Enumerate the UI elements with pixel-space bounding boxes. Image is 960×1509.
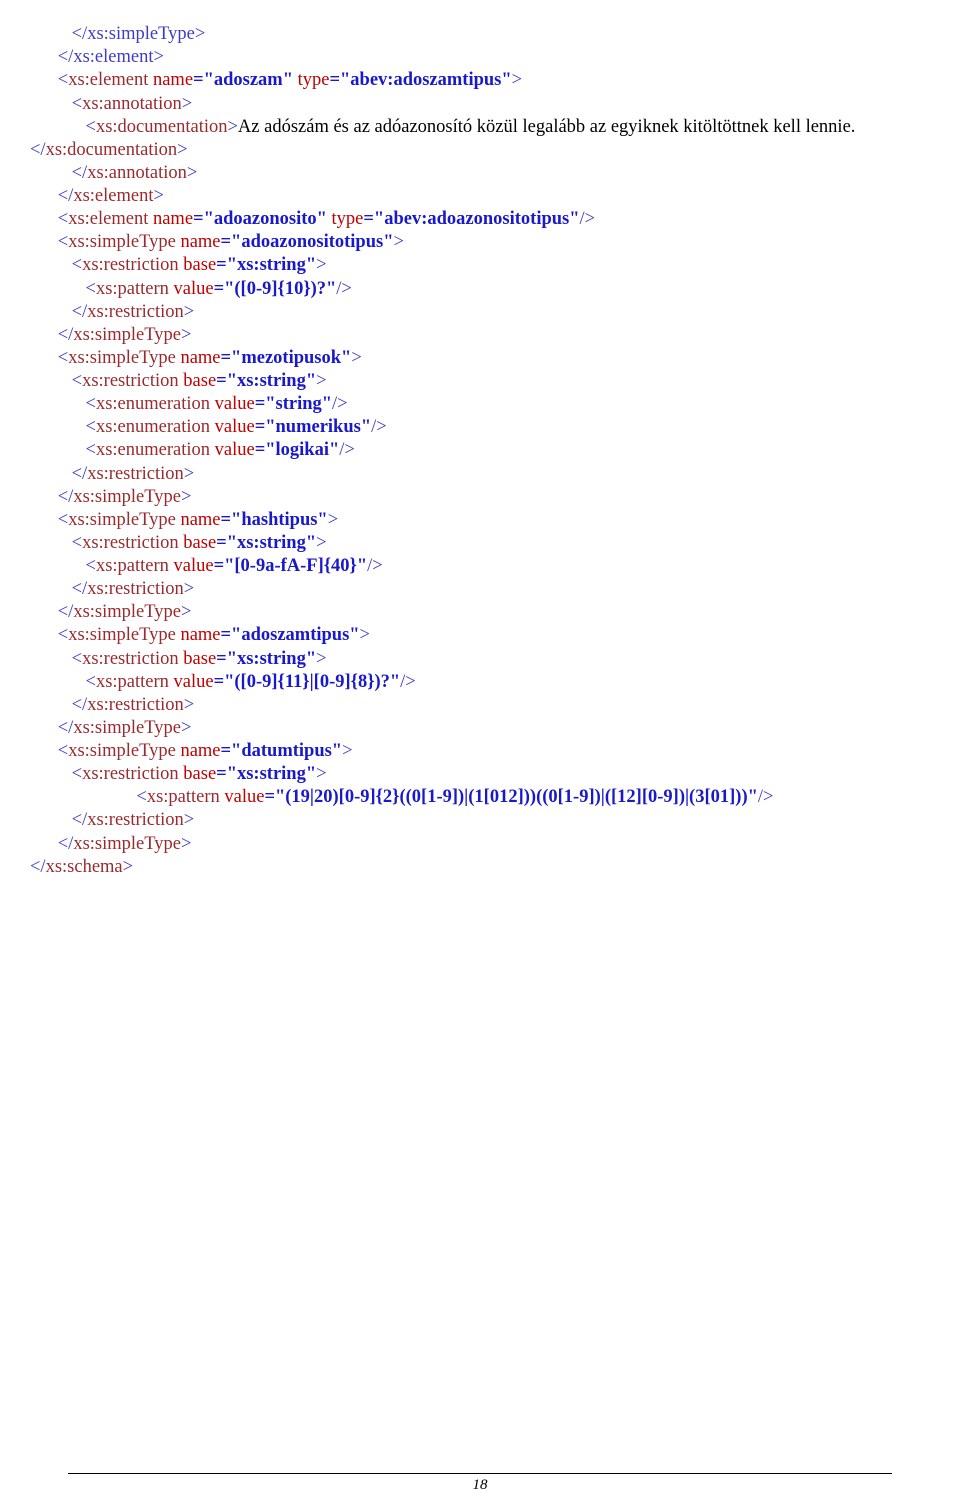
xml-tag: </xs:simpleType> (30, 834, 191, 854)
xml-tag: </xs:annotation> (30, 163, 197, 183)
document-page: </xs:simpleType> </xs:element> <xs:eleme… (0, 0, 960, 1509)
xml-tag: <xs:simpleType name="mezotipusok"> (30, 348, 362, 368)
xml-tag: <xs:pattern value="([0-9]{10})?"/> (30, 279, 352, 299)
xml-tag: </xs:restriction> (30, 695, 194, 715)
xml-tag-open: <xs:element name="adoszam" type="abev:ad… (30, 70, 522, 90)
xml-tag: </xs:schema> (30, 857, 133, 877)
xml-tag: </xs:simpleType> (30, 602, 191, 622)
xml-pattern-line: <xs:pattern value="(19|20)[0-9]{2}((0[1-… (30, 787, 773, 807)
xml-tag: </xs:element> (30, 186, 164, 206)
xml-tag: <xs:restriction base="xs:string"> (30, 255, 327, 275)
xml-tag: </xs:simpleType> (30, 718, 191, 738)
xml-tag: <xs:element name="adoazonosito" type="ab… (30, 209, 595, 229)
xml-tag: </xs:restriction> (30, 810, 194, 830)
xml-tag: <xs:restriction base="xs:string"> (30, 533, 327, 553)
xml-tag: </xs:restriction> (30, 464, 194, 484)
xml-tag: <xs:annotation> (30, 94, 192, 114)
xml-tag: <xs:restriction base="xs:string"> (30, 649, 327, 669)
xml-documentation-line: <xs:documentation>Az adószám és az adóaz… (30, 117, 855, 160)
xml-tag: </xs:restriction> (30, 302, 194, 322)
xml-tag: </xs:simpleType> (30, 325, 191, 345)
xml-tag: </xs:simpleType> (30, 24, 205, 44)
xml-source: </xs:simpleType> </xs:element> <xs:eleme… (30, 0, 905, 879)
xml-tag: </xs:element> (30, 47, 164, 67)
xml-tag: </xs:simpleType> (30, 487, 191, 507)
page-number: 18 (0, 1474, 960, 1495)
xml-tag: <xs:restriction base="xs:string"> (30, 764, 327, 784)
xml-tag: <xs:pattern value="([0-9]{11}|[0-9]{8})?… (30, 672, 416, 692)
xml-tag: <xs:simpleType name="adoszamtipus"> (30, 625, 370, 645)
xml-tag: <xs:enumeration value="string"/> (30, 394, 348, 414)
xml-tag: <xs:enumeration value="logikai"/> (30, 440, 355, 460)
xml-tag: <xs:restriction base="xs:string"> (30, 371, 327, 391)
xml-tag: <xs:pattern value="[0-9a-fA-F]{40}"/> (30, 556, 383, 576)
xml-tag: </xs:restriction> (30, 579, 194, 599)
page-footer: 18 (0, 1473, 960, 1495)
xml-tag: <xs:enumeration value="numerikus"/> (30, 417, 387, 437)
xml-tag: <xs:simpleType name="adoazonositotipus"> (30, 232, 404, 252)
xml-tag: <xs:simpleType name="datumtipus"> (30, 741, 353, 761)
xml-tag: <xs:simpleType name="hashtipus"> (30, 510, 338, 530)
